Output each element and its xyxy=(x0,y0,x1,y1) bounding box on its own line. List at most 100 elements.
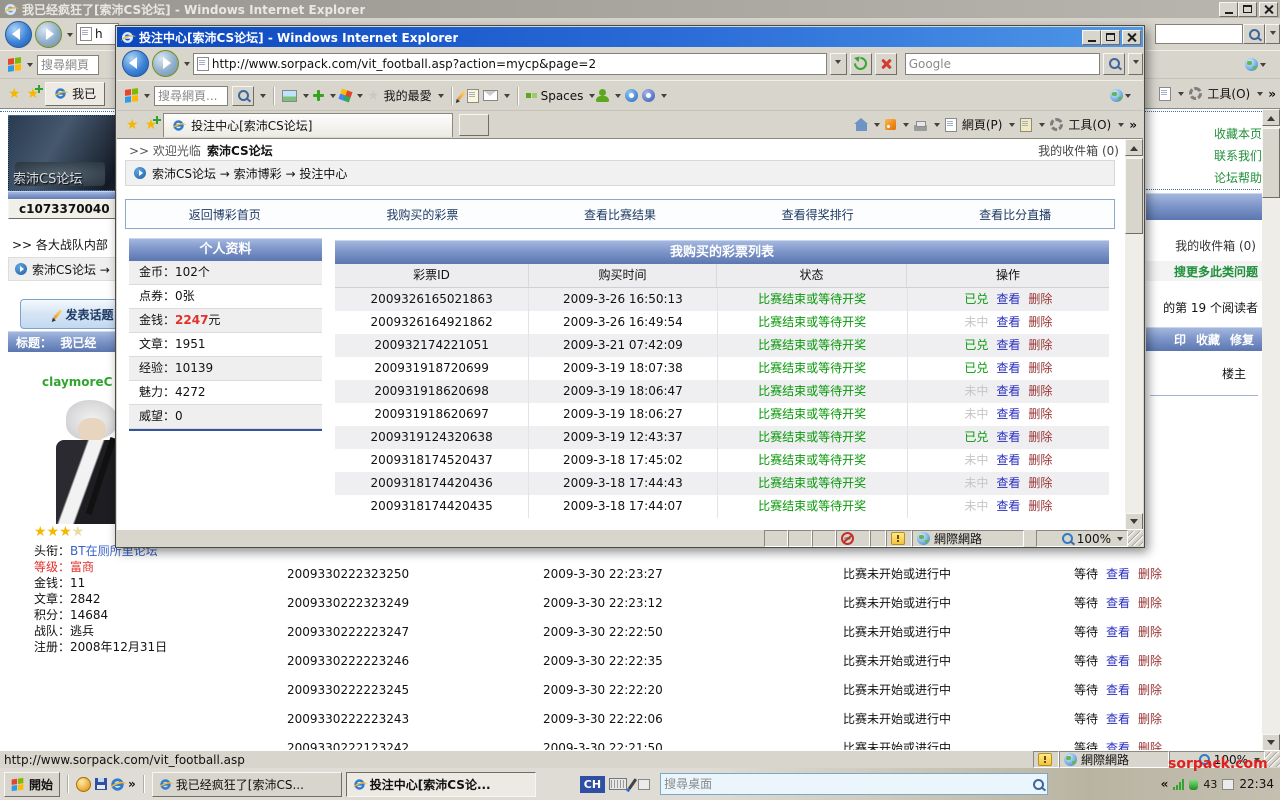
breadcrumb-text[interactable]: 索沛CS论坛 → 索沛博彩 → 投注中心 xyxy=(152,165,347,182)
refresh-button[interactable] xyxy=(850,53,872,75)
delete-link[interactable]: 删除 xyxy=(1138,734,1162,751)
quicklaunch-app-icon[interactable] xyxy=(76,777,91,792)
favorites-label[interactable]: 我的最愛 xyxy=(384,87,432,104)
photos-icon[interactable] xyxy=(282,90,297,102)
favorites-star-icon[interactable]: ★ xyxy=(126,118,139,132)
popup-address-input[interactable] xyxy=(212,57,823,71)
view-link[interactable]: 查看 xyxy=(1106,647,1130,676)
quicklaunch-ie-icon[interactable] xyxy=(111,778,123,790)
scroll-up-button[interactable] xyxy=(1262,109,1280,126)
add-favorite-icon[interactable]: ★ xyxy=(27,87,40,101)
link-forum-help[interactable]: 论坛帮助 xyxy=(1146,167,1262,189)
tray-collapse-chevron[interactable]: « xyxy=(1161,777,1169,791)
view-link[interactable]: 查看 xyxy=(1106,589,1130,618)
delete-link[interactable]: 删除 xyxy=(1138,589,1162,618)
dropdown-icon[interactable] xyxy=(934,123,940,130)
action-repair[interactable]: 修复 xyxy=(1230,331,1254,348)
view-link[interactable]: 查看 xyxy=(996,288,1020,311)
favorites-dim-star-icon[interactable]: ★ xyxy=(367,89,380,103)
overflow-chevron[interactable]: » xyxy=(1268,87,1276,101)
add-icon[interactable] xyxy=(313,90,324,101)
close-button[interactable] xyxy=(1122,30,1141,45)
desktop-search-field[interactable] xyxy=(660,773,1048,795)
view-link[interactable]: 查看 xyxy=(996,426,1020,449)
view-link[interactable]: 查看 xyxy=(996,472,1020,495)
author-username[interactable]: claymoreC xyxy=(42,375,112,389)
popup-web-search-field[interactable] xyxy=(154,86,228,106)
google-search-field[interactable] xyxy=(905,53,1100,75)
delete-link[interactable]: 删除 xyxy=(1028,403,1052,426)
close-button[interactable] xyxy=(1259,2,1278,17)
tray-display-icon[interactable] xyxy=(1222,779,1234,790)
network-lamp-icon[interactable] xyxy=(1189,779,1198,790)
nav-match-results[interactable]: 查看比赛结果 xyxy=(584,206,656,223)
view-link[interactable]: 查看 xyxy=(1106,676,1130,705)
page-menu-label[interactable]: 網頁(P) xyxy=(962,116,1003,133)
delete-link[interactable]: 删除 xyxy=(1138,560,1162,589)
translate-dropdown-icon[interactable] xyxy=(1260,63,1266,70)
inbox-link[interactable]: 我的收件箱 (0) xyxy=(1038,142,1119,159)
bg-vertical-scrollbar[interactable] xyxy=(1262,109,1280,751)
share-icon[interactable] xyxy=(625,89,638,102)
view-link[interactable]: 查看 xyxy=(996,380,1020,403)
delete-link[interactable]: 删除 xyxy=(1028,380,1052,403)
minimize-button[interactable] xyxy=(1219,2,1238,17)
stop-button[interactable] xyxy=(875,53,897,75)
nav-lottery-home[interactable]: 返回博彩首页 xyxy=(189,206,261,223)
taskbar-clock[interactable]: 22:34 xyxy=(1239,777,1274,791)
address-dropdown-button[interactable] xyxy=(830,53,847,75)
nav-prize-ranking[interactable]: 查看得奖排行 xyxy=(782,206,854,223)
delete-link[interactable]: 删除 xyxy=(1028,311,1052,334)
signal-bars-icon[interactable] xyxy=(1173,779,1184,790)
help-icon[interactable] xyxy=(642,89,655,102)
delete-link[interactable]: 删除 xyxy=(1138,647,1162,676)
bg-inbox-link[interactable]: 我的收件箱 (0) xyxy=(1146,237,1256,254)
maximize-button[interactable] xyxy=(1101,30,1120,45)
popup-web-search-input[interactable] xyxy=(158,89,224,103)
taskbar-task-2[interactable]: 投注中心[索沛CS论... xyxy=(346,772,536,797)
pen-input-icon[interactable] xyxy=(628,778,637,790)
active-tab[interactable]: 投注中心[索沛CS论坛] xyxy=(163,113,453,137)
start-button[interactable]: 開始 xyxy=(4,772,60,797)
view-link[interactable]: 查看 xyxy=(996,357,1020,380)
delete-link[interactable]: 删除 xyxy=(1028,495,1052,518)
spaces-label[interactable]: Spaces xyxy=(541,89,584,103)
search-icon[interactable] xyxy=(1033,779,1044,790)
dropdown-icon[interactable] xyxy=(615,94,621,101)
quicklaunch-chevron[interactable]: » xyxy=(128,777,136,791)
feeds-icon[interactable] xyxy=(1020,118,1032,132)
action-favorite[interactable]: 收藏 xyxy=(1196,331,1220,348)
bg-web-search-input[interactable] xyxy=(41,58,95,72)
view-link[interactable]: 查看 xyxy=(1106,734,1130,751)
tray-app-icon[interactable] xyxy=(638,779,650,790)
delete-link[interactable]: 删除 xyxy=(1138,705,1162,734)
toolbar-dropdown-icon[interactable] xyxy=(27,63,33,70)
delete-link[interactable]: 删除 xyxy=(1028,357,1052,380)
search-options-button[interactable] xyxy=(1128,53,1143,75)
favorites-star-icon[interactable]: ★ xyxy=(8,87,21,101)
delete-link[interactable]: 删除 xyxy=(1138,618,1162,647)
people-icon[interactable] xyxy=(599,89,606,96)
resize-grip[interactable] xyxy=(1128,531,1143,546)
warning-icon[interactable] xyxy=(1038,753,1052,766)
tools-gear-icon[interactable] xyxy=(1189,87,1202,100)
page-menu-icon[interactable] xyxy=(945,118,957,132)
search-button[interactable] xyxy=(1243,24,1265,44)
scroll-thumb[interactable] xyxy=(1262,128,1280,198)
bg-top-search-field[interactable] xyxy=(1155,24,1243,44)
popup-address-field[interactable] xyxy=(193,53,827,75)
back-button[interactable] xyxy=(122,50,149,77)
restore-button[interactable] xyxy=(1238,2,1257,17)
dropdown-icon[interactable] xyxy=(303,94,309,101)
language-indicator[interactable]: CH xyxy=(580,776,605,793)
dropdown-icon[interactable] xyxy=(330,94,336,101)
dropdown-icon[interactable] xyxy=(874,123,880,130)
web-search-button[interactable] xyxy=(232,86,254,106)
search-go-button[interactable] xyxy=(1103,53,1125,75)
dropdown-icon[interactable] xyxy=(1118,123,1124,130)
edit-page-icon[interactable] xyxy=(467,89,479,103)
search-more-link[interactable]: 搜更多此类问题 xyxy=(1174,263,1258,280)
action-print[interactable]: 印 xyxy=(1174,331,1186,348)
highlighter-icon[interactable] xyxy=(456,90,465,100)
view-link[interactable]: 查看 xyxy=(1106,705,1130,734)
